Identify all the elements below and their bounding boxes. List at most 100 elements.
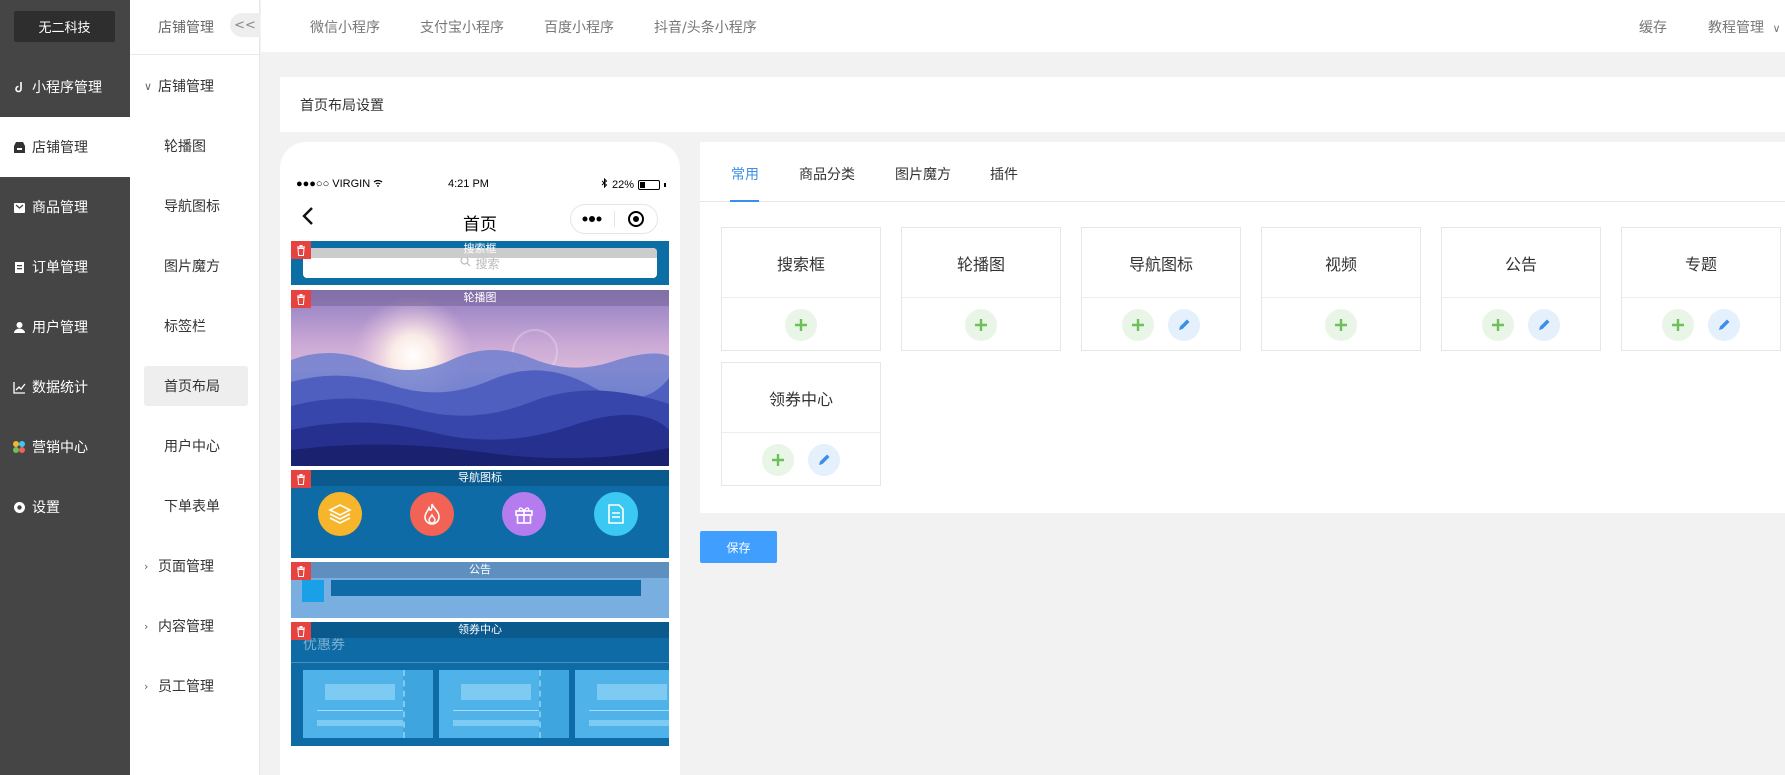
tab-baidu[interactable]: 百度小程序: [544, 17, 614, 37]
sidebar-item-shop[interactable]: 店铺管理: [0, 117, 130, 177]
sidebar-item-settings[interactable]: 设置: [0, 477, 130, 537]
coupon-ticket: [303, 670, 433, 738]
notice-icon-block: [302, 580, 324, 602]
tab-common[interactable]: 常用: [731, 164, 759, 184]
submenu-group-pages[interactable]: › 页面管理: [144, 546, 248, 586]
top-bar: 微信小程序 支付宝小程序 百度小程序 抖音/头条小程序 缓存 教程管理 ∨: [261, 0, 1785, 52]
module-nav-icons[interactable]: 导航图标: [291, 470, 669, 558]
tab-alipay[interactable]: 支付宝小程序: [420, 17, 504, 37]
chevron-right-icon: ›: [144, 559, 149, 573]
collapse-button[interactable]: <<: [230, 13, 260, 37]
pencil-icon[interactable]: [1528, 309, 1560, 341]
trash-icon[interactable]: [291, 562, 311, 580]
tab-douyin[interactable]: 抖音/头条小程序: [654, 17, 757, 37]
banner-image: [291, 296, 669, 466]
sidebar-item-label: 营销中心: [32, 440, 88, 456]
chevron-right-icon: ›: [144, 679, 149, 693]
save-button[interactable]: 保存: [700, 531, 777, 563]
plus-icon[interactable]: [965, 309, 997, 341]
battery-icon: [638, 179, 660, 190]
document-icon: [594, 492, 638, 536]
module-coupon[interactable]: 领券中心 优惠券: [291, 622, 669, 746]
close-target-icon[interactable]: [615, 205, 658, 233]
component-name: 轮播图: [902, 228, 1060, 298]
page-title: 首页布局设置: [300, 98, 384, 114]
status-right: 22%: [601, 177, 666, 191]
chevron-right-icon: ›: [144, 619, 149, 633]
component-card-nav-icons: 导航图标: [1081, 227, 1241, 351]
submenu-item-user-center[interactable]: 用户中心: [144, 426, 248, 466]
submenu-header: 店铺管理 <<: [130, 0, 260, 55]
plus-icon[interactable]: [1662, 309, 1694, 341]
tutorial-label: 教程管理: [1708, 20, 1764, 36]
tab-image-cube[interactable]: 图片魔方: [895, 164, 951, 184]
plus-icon[interactable]: [785, 309, 817, 341]
card-actions: [1262, 299, 1420, 351]
component-card-notice: 公告: [1441, 227, 1601, 351]
coupon-ticket: [575, 670, 669, 738]
submenu-item-home-layout[interactable]: 首页布局: [144, 366, 248, 406]
module-notice[interactable]: 公告: [291, 562, 669, 618]
sidebar-item-label: 商品管理: [32, 200, 88, 216]
sidebar-item-stats[interactable]: 数据统计: [0, 357, 130, 417]
component-name: 领券中心: [722, 363, 880, 433]
sidebar-item-miniprogram[interactable]: 小程序管理: [0, 57, 130, 117]
tab-plugins[interactable]: 插件: [990, 164, 1018, 184]
submenu: 店铺管理 << ∨ 店铺管理 轮播图 导航图标 图片魔方 标签栏 首页布局 用户…: [130, 0, 260, 775]
plus-icon[interactable]: [1122, 309, 1154, 341]
order-icon: [12, 260, 26, 274]
trash-icon[interactable]: [291, 290, 311, 308]
cache-link[interactable]: 缓存: [1639, 17, 1667, 37]
tutorial-menu[interactable]: 教程管理 ∨: [1708, 17, 1781, 37]
submenu-group-label: 页面管理: [158, 559, 214, 575]
component-name: 视频: [1262, 228, 1420, 298]
mini-program-capsule: [570, 204, 658, 234]
submenu-group-staff[interactable]: › 员工管理: [144, 666, 248, 706]
component-name: 导航图标: [1082, 228, 1240, 298]
submenu-group-content[interactable]: › 内容管理: [144, 606, 248, 646]
pencil-icon[interactable]: [1168, 309, 1200, 341]
coupon-divider: [291, 662, 669, 663]
submenu-item-nav-icons[interactable]: 导航图标: [144, 186, 248, 226]
sidebar-item-marketing[interactable]: 营销中心: [0, 417, 130, 477]
submenu-item-banner[interactable]: 轮播图: [144, 126, 248, 166]
submenu-group-store[interactable]: ∨ 店铺管理: [144, 66, 248, 106]
card-actions: [1622, 299, 1780, 351]
phone-status-bar: ●●●○○ VIRGIN 4:21 PM 22%: [296, 177, 666, 194]
component-card-topic: 专题: [1621, 227, 1781, 351]
sidebar-item-users[interactable]: 用户管理: [0, 297, 130, 357]
module-label: 公告: [469, 563, 491, 576]
component-card-video: 视频: [1261, 227, 1421, 351]
tab-wechat[interactable]: 微信小程序: [310, 17, 380, 37]
trash-icon[interactable]: [291, 470, 311, 488]
submenu-item-image-cube[interactable]: 图片魔方: [144, 246, 248, 286]
sidebar-item-goods[interactable]: 商品管理: [0, 177, 130, 237]
plus-icon[interactable]: [1482, 309, 1514, 341]
plus-icon[interactable]: [762, 444, 794, 476]
component-name: 公告: [1442, 228, 1600, 298]
pencil-icon[interactable]: [1708, 309, 1740, 341]
card-actions: [722, 434, 880, 486]
link-icon: [12, 80, 26, 94]
phone-preview: ●●●○○ VIRGIN 4:21 PM 22% 首页 搜索框 搜索 轮播图 导…: [280, 142, 680, 775]
submenu-item-tabbar[interactable]: 标签栏: [144, 306, 248, 346]
tab-goods-category[interactable]: 商品分类: [799, 164, 855, 184]
notice-text-bar: [331, 580, 641, 596]
module-search[interactable]: 搜索框 搜索: [291, 241, 669, 285]
status-time: 4:21 PM: [448, 178, 489, 190]
sidebar-item-orders[interactable]: 订单管理: [0, 237, 130, 297]
components-panel: 常用 商品分类 图片魔方 插件 搜索框 轮播图 导航图标 视频 公告 专题 领券…: [700, 142, 1785, 513]
component-name: 搜索框: [722, 228, 880, 298]
plus-icon[interactable]: [1325, 309, 1357, 341]
trash-icon[interactable]: [291, 622, 311, 640]
more-dots-icon[interactable]: [571, 205, 614, 233]
pencil-icon[interactable]: [808, 444, 840, 476]
module-banner[interactable]: 轮播图: [291, 290, 669, 466]
submenu-item-order-form[interactable]: 下单表单: [144, 486, 248, 526]
sidebar-item-label: 用户管理: [32, 320, 88, 336]
brand-logo: 无二科技: [14, 11, 115, 42]
trash-icon[interactable]: [291, 241, 311, 259]
wifi-icon: [373, 178, 383, 190]
module-label: 导航图标: [458, 471, 502, 484]
battery-tip: [664, 182, 666, 187]
